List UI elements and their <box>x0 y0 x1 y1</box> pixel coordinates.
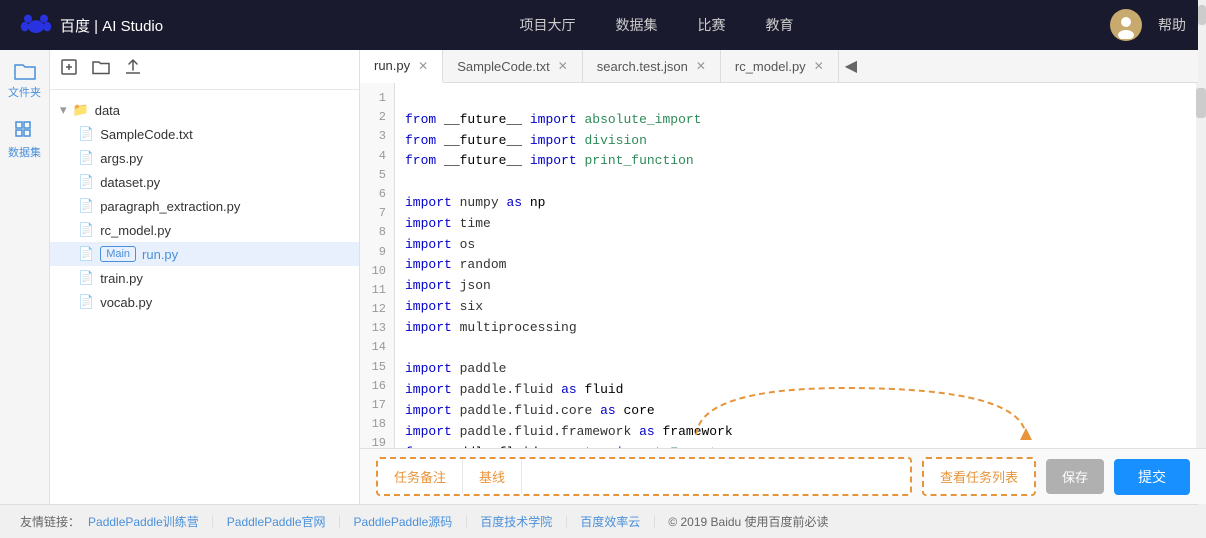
user-avatar-icon <box>1112 11 1140 39</box>
footer-prefix: 友情链接： <box>20 513 80 530</box>
line-numbers: 123456789101112131415161718192021222324 <box>360 83 395 448</box>
nav-item-datasets[interactable]: 数据集 <box>616 15 658 35</box>
file-icon: 📄 <box>78 222 94 238</box>
tab-close-icon[interactable]: ✕ <box>814 59 824 73</box>
file-name: paragraph_extraction.py <box>100 199 240 214</box>
file-name: dataset.py <box>100 175 160 190</box>
tab-label: run.py <box>374 58 410 73</box>
folder-icon <box>14 60 36 82</box>
folder-data[interactable]: ▾ 📁 data <box>50 98 359 122</box>
tab-search-json[interactable]: search.test.json ✕ <box>583 50 721 82</box>
sidebar-icons: 文件夹 数据集 <box>0 50 50 504</box>
sidebar-datasets-label: 数据集 <box>8 144 41 160</box>
baidu-logo-icon <box>20 9 52 41</box>
file-name: train.py <box>100 271 143 286</box>
tab-close-icon[interactable]: ✕ <box>418 59 428 73</box>
file-name: SampleCode.txt <box>100 127 193 142</box>
new-folder-icon[interactable] <box>92 58 110 81</box>
file-tree: ▾ 📁 data 📄 SampleCode.txt 📄 args.py 📄 da… <box>50 90 359 504</box>
avatar[interactable] <box>1110 9 1142 41</box>
tab-label: search.test.json <box>597 59 688 74</box>
tab-rc-model[interactable]: rc_model.py ✕ <box>721 50 839 82</box>
sidebar-files-label: 文件夹 <box>8 84 41 100</box>
new-file-icon[interactable] <box>60 58 78 81</box>
logo-text: 百度 | AI Studio <box>60 15 163 36</box>
save-button[interactable]: 保存 <box>1046 459 1104 494</box>
list-item[interactable]: 📄 dataset.py <box>50 170 359 194</box>
nav-item-projects[interactable]: 项目大厅 <box>520 15 576 35</box>
submit-button[interactable]: 提交 <box>1114 459 1190 495</box>
tab-label: rc_model.py <box>735 59 806 74</box>
footer-link-paddle-src[interactable]: PaddlePaddle源码 <box>354 513 453 530</box>
tab-samplecode[interactable]: SampleCode.txt ✕ <box>443 50 583 82</box>
file-icon: 📄 <box>78 174 94 190</box>
main-layout: 文件夹 数据集 <box>0 50 1206 504</box>
footer-copyright: © 2019 Baidu 使用百度前必读 <box>668 513 828 530</box>
list-item[interactable]: 📄 SampleCode.txt <box>50 122 359 146</box>
folder-icon: 📁 <box>73 102 89 118</box>
file-icon: 📄 <box>78 126 94 142</box>
file-icon: 📄 <box>78 150 94 166</box>
task-input[interactable] <box>522 459 910 494</box>
main-badge: Main <box>100 246 136 262</box>
bottom-toolbar: 任务备注 基线 查看任务列表 保存 提交 <box>360 448 1206 504</box>
file-icon: 📄 <box>78 198 94 214</box>
header-right: 帮助 <box>1110 9 1186 41</box>
footer-link-baidu-efficiency[interactable]: 百度效率云 <box>580 513 640 530</box>
header-nav: 项目大厅 数据集 比赛 教育 <box>203 15 1110 35</box>
tab-close-icon[interactable]: ✕ <box>696 59 706 73</box>
help-link[interactable]: 帮助 <box>1158 15 1186 35</box>
collapse-panel-icon[interactable]: ◀ <box>839 50 863 82</box>
dataset-icon <box>14 120 36 142</box>
chevron-down-icon: ▾ <box>60 102 67 118</box>
footer: 友情链接： PaddlePaddle训练营 ｜ PaddlePaddle官网 ｜… <box>0 504 1206 538</box>
tab-run-py[interactable]: run.py ✕ <box>360 50 443 83</box>
folder-name: data <box>95 103 120 118</box>
task-notes-tab[interactable]: 任务备注 <box>378 459 463 494</box>
tab-label: SampleCode.txt <box>457 59 550 74</box>
list-item[interactable]: 📄 vocab.py <box>50 290 359 314</box>
code-editor[interactable]: 123456789101112131415161718192021222324 … <box>360 83 1206 448</box>
code-content: 123456789101112131415161718192021222324 … <box>360 83 1206 448</box>
header: 百度 | AI Studio 项目大厅 数据集 比赛 教育 帮助 <box>0 0 1206 50</box>
editor-tabs: run.py ✕ SampleCode.txt ✕ search.test.js… <box>360 50 1206 83</box>
footer-link-paddle-camp[interactable]: PaddlePaddle训练营 <box>88 513 199 530</box>
list-item[interactable]: 📄 paragraph_extraction.py <box>50 194 359 218</box>
editor-area: run.py ✕ SampleCode.txt ✕ search.test.js… <box>360 50 1206 504</box>
nav-item-competition[interactable]: 比赛 <box>698 15 726 35</box>
baseline-tab[interactable]: 基线 <box>463 459 522 494</box>
file-name: args.py <box>100 151 143 166</box>
file-panel: ▾ 📁 data 📄 SampleCode.txt 📄 args.py 📄 da… <box>50 50 360 504</box>
file-toolbar <box>50 50 359 90</box>
tab-close-icon[interactable]: ✕ <box>558 59 568 73</box>
file-name: vocab.py <box>100 295 152 310</box>
list-item[interactable]: 📄 rc_model.py <box>50 218 359 242</box>
upload-icon[interactable] <box>124 58 142 81</box>
logo: 百度 | AI Studio <box>20 9 163 41</box>
nav-item-education[interactable]: 教育 <box>766 15 794 35</box>
code-lines: from __future__ import absolute_import f… <box>395 83 1206 448</box>
sidebar-item-datasets[interactable]: 数据集 <box>8 120 41 160</box>
file-icon: 📄 <box>78 270 94 286</box>
file-icon: 📄 <box>78 246 94 262</box>
footer-link-baidu-academy[interactable]: 百度技术学院 <box>480 513 552 530</box>
view-tasks-button[interactable]: 查看任务列表 <box>922 457 1036 496</box>
footer-link-paddle-web[interactable]: PaddlePaddle官网 <box>227 513 326 530</box>
list-item-active[interactable]: 📄 Main run.py <box>50 242 359 266</box>
sidebar-item-files[interactable]: 文件夹 <box>8 60 41 100</box>
file-name: run.py <box>142 247 178 262</box>
file-name: rc_model.py <box>100 223 171 238</box>
code-scrollbar[interactable] <box>1196 83 1206 448</box>
task-input-area: 任务备注 基线 <box>376 457 912 496</box>
bottom-right-actions: 查看任务列表 保存 提交 <box>922 457 1190 496</box>
list-item[interactable]: 📄 train.py <box>50 266 359 290</box>
list-item[interactable]: 📄 args.py <box>50 146 359 170</box>
file-icon: 📄 <box>78 294 94 310</box>
